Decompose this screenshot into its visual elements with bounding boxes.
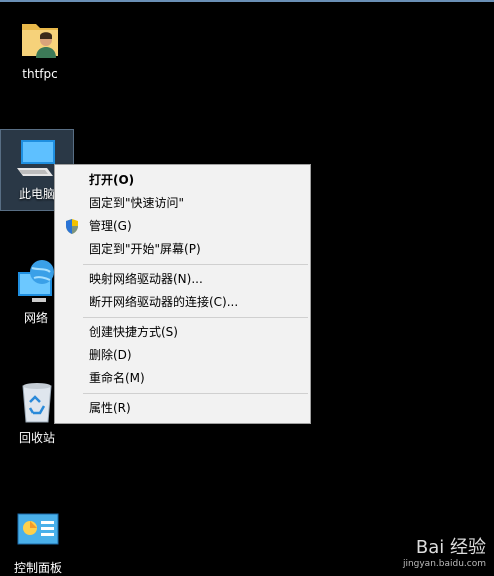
menu-separator bbox=[83, 264, 308, 265]
menu-item-pin-start[interactable]: 固定到"开始"屏幕(P) bbox=[55, 238, 310, 261]
desktop-icon-label: thtfpc bbox=[22, 67, 58, 81]
context-menu: 打开(O) 固定到"快速访问" 管理(G) 固定到"开始"屏幕(P) 映射网络驱… bbox=[54, 164, 311, 424]
menu-item-delete[interactable]: 删除(D) bbox=[55, 344, 310, 367]
menu-item-rename[interactable]: 重命名(M) bbox=[55, 367, 310, 390]
watermark-url: jingyan.baidu.com bbox=[402, 559, 486, 569]
menu-item-open[interactable]: 打开(O) bbox=[55, 169, 310, 192]
menu-item-pin-quick-access[interactable]: 固定到"快速访问" bbox=[55, 192, 310, 215]
desktop-icon-user-folder[interactable]: thtfpc bbox=[4, 14, 76, 82]
control-panel-icon bbox=[17, 513, 59, 545]
menu-item-label: 管理(G) bbox=[89, 219, 132, 233]
desktop-icon-label: 控制面板 bbox=[13, 561, 62, 575]
network-icon bbox=[18, 260, 54, 302]
menu-separator bbox=[83, 393, 308, 394]
desktop-icon-control-panel[interactable]: 控制面板 bbox=[2, 508, 74, 576]
menu-item-disconnect-network-drive[interactable]: 断开网络驱动器的连接(C)... bbox=[55, 291, 310, 314]
window-top-edge bbox=[0, 0, 494, 2]
uac-shield-icon bbox=[66, 219, 78, 234]
baidu-jingyan-watermark: Bai 经验 jingyan.baidu.com bbox=[403, 533, 486, 569]
menu-item-create-shortcut[interactable]: 创建快捷方式(S) bbox=[55, 321, 310, 344]
desktop-icon-label: 回收站 bbox=[18, 431, 55, 445]
watermark-brand: Bai 经验 bbox=[415, 537, 486, 558]
menu-item-properties[interactable]: 属性(R) bbox=[55, 397, 310, 420]
menu-item-manage[interactable]: 管理(G) bbox=[55, 215, 310, 238]
menu-item-map-network-drive[interactable]: 映射网络驱动器(N)... bbox=[55, 268, 310, 291]
menu-separator bbox=[83, 317, 308, 318]
user-folder-icon bbox=[22, 24, 58, 58]
